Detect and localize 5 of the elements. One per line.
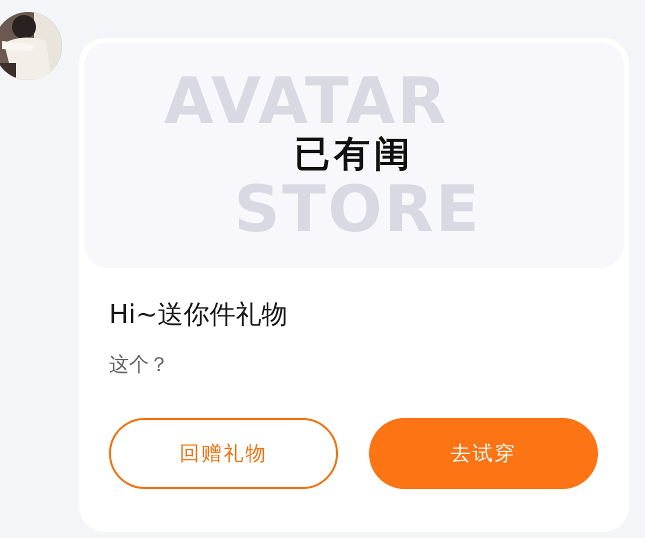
message-subtitle: 这个？	[109, 351, 170, 378]
try-on-button[interactable]: 去试穿	[369, 418, 598, 489]
message-title: Hi~送你件礼物	[109, 299, 289, 332]
banner-title: 已有闺	[294, 137, 414, 173]
return-gift-button[interactable]: 回赠礼物	[109, 418, 338, 489]
